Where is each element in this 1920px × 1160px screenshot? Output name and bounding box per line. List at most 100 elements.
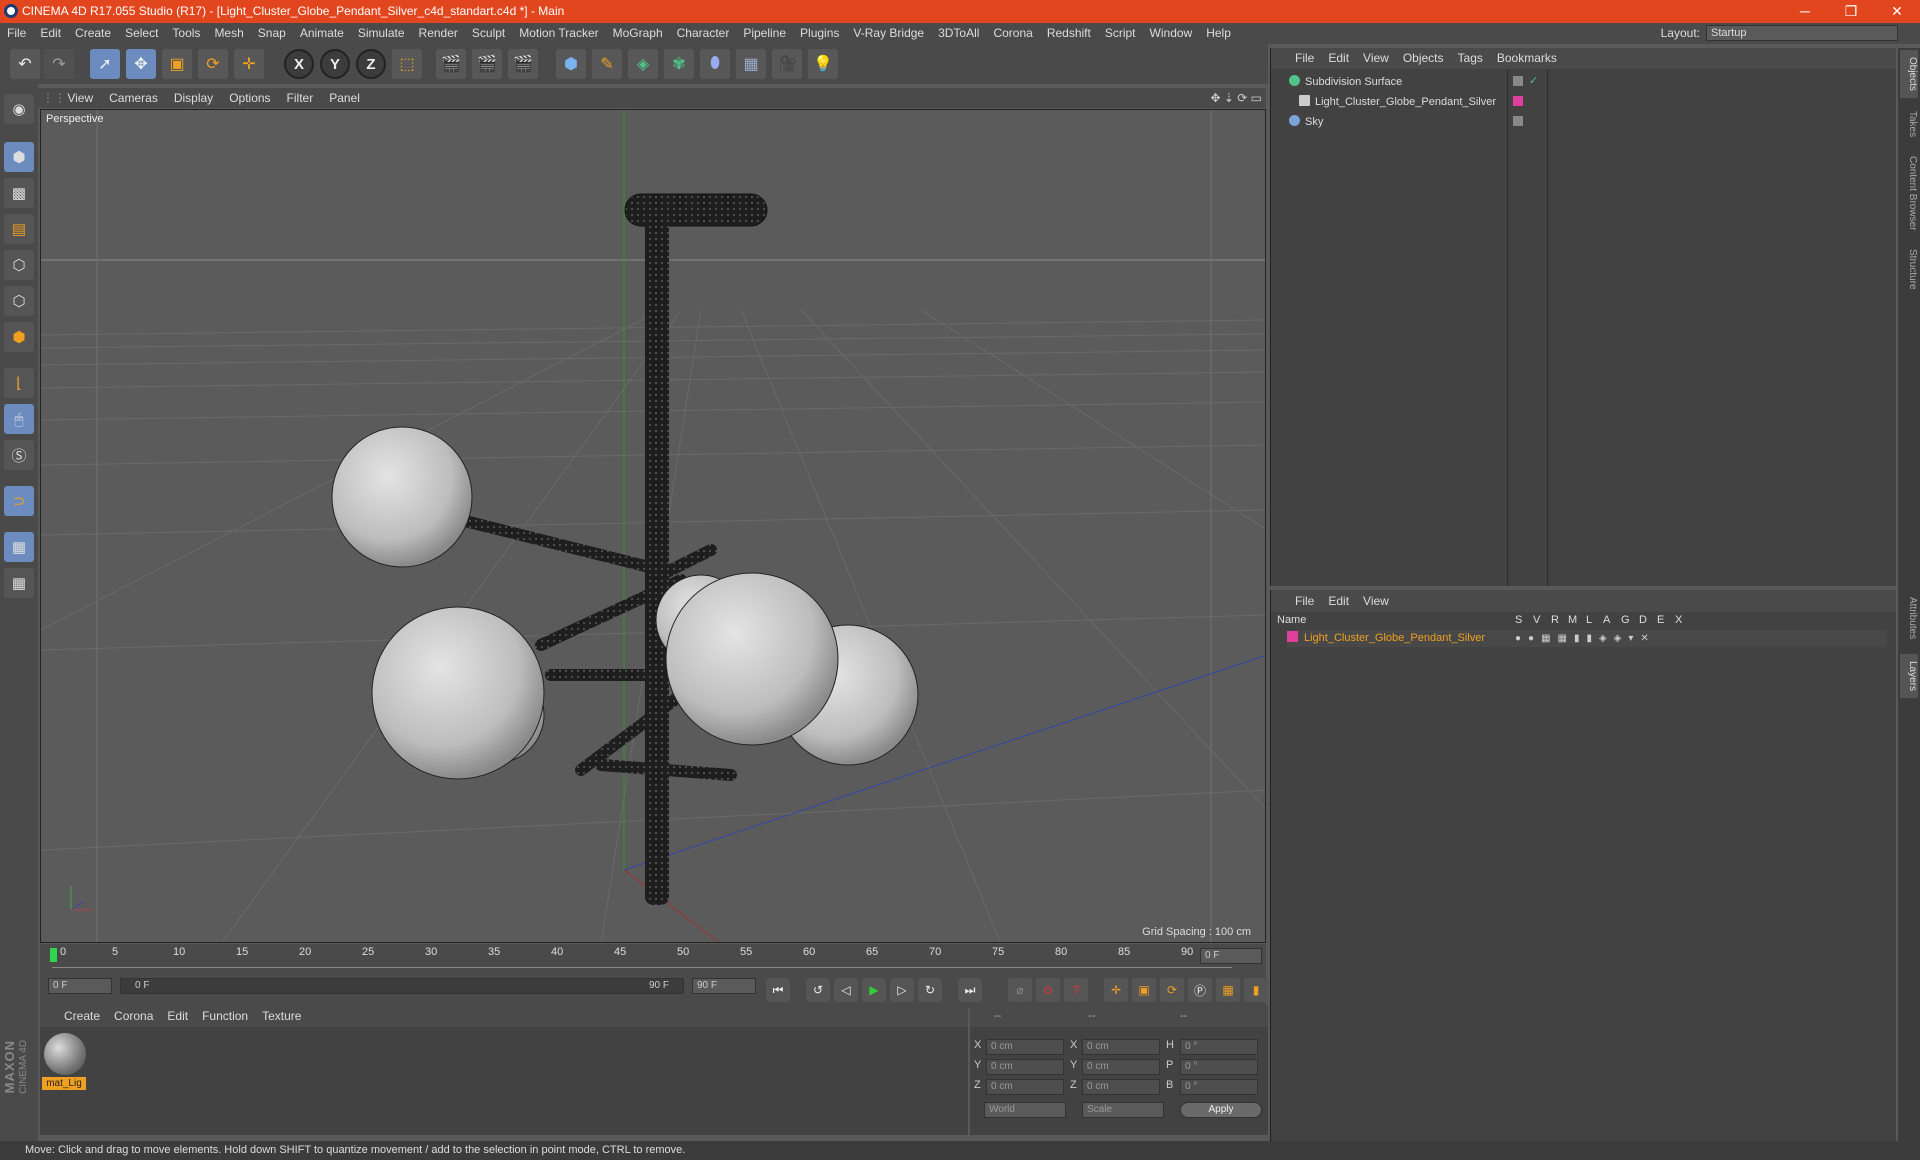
material-menu-edit[interactable]: Edit [167,1009,188,1023]
layer-menu-file[interactable]: File [1295,594,1314,608]
axis-mode-icon[interactable]: ⌊ [4,368,34,398]
menu-script[interactable]: Script [1098,23,1143,44]
tab-takes[interactable]: Takes [1900,104,1918,144]
polygons-mode-icon[interactable]: ⬢ [4,322,34,352]
autokey-icon[interactable]: ⊙ [1036,978,1060,1002]
previous-key-icon[interactable]: ↺ [806,978,830,1002]
layer-menu-edit[interactable]: Edit [1328,594,1349,608]
menu-simulate[interactable]: Simulate [351,23,412,44]
record-keys-icon[interactable]: ⌀ [1008,978,1032,1002]
tab-content-browser[interactable]: Content Browser [1900,148,1918,238]
tab-structure[interactable]: Structure [1900,242,1918,296]
layer-menu-view[interactable]: View [1363,594,1389,608]
viewport-menu-options[interactable]: Options [221,88,278,108]
coordinate-mode-select[interactable]: World [984,1102,1066,1118]
menu-corona[interactable]: Corona [986,23,1039,44]
lock-workplane-icon[interactable]: ▦ [4,532,34,562]
workplane-align-icon[interactable]: ▦ [4,568,34,598]
object-menu-objects[interactable]: Objects [1403,51,1444,65]
select-tool-icon[interactable]: ➚ [90,49,120,79]
object-row-subdivision-surface[interactable]: Subdivision Surface [1289,74,1402,91]
material-menu-function[interactable]: Function [202,1009,248,1023]
rotation-b-field[interactable]: 0 ° [1180,1079,1258,1095]
menu-create[interactable]: Create [68,23,118,44]
object-menu-tags[interactable]: Tags [1458,51,1483,65]
current-frame-field[interactable]: 0 F [1200,948,1262,964]
transform-tool-icon[interactable]: ✛ [234,49,264,79]
camera-object-icon[interactable]: 🎥 [772,49,802,79]
material-menu-texture[interactable]: Texture [262,1009,301,1023]
key-pla-icon[interactable]: ▦ [1216,978,1240,1002]
array-object-icon[interactable]: ✾ [664,49,694,79]
size-y-field[interactable]: 0 cm [1082,1059,1160,1075]
position-y-field[interactable]: 0 cm [986,1059,1064,1075]
go-to-start-icon[interactable]: ⏮ [766,978,790,1002]
menu-plugins[interactable]: Plugins [793,23,846,44]
scale-tool-icon[interactable]: ▣ [162,49,192,79]
make-editable-icon[interactable]: ◉ [4,94,34,124]
size-z-field[interactable]: 0 cm [1082,1079,1160,1095]
enabled-check-icon[interactable]: ✓ [1529,74,1538,87]
perspective-viewport[interactable]: Perspective Grid Spacing : 100 cm [40,109,1266,943]
viewport-menu-panel[interactable]: Panel [321,88,368,108]
keyframe-selection-icon[interactable]: ? [1064,978,1088,1002]
layer-color-tag[interactable] [1513,96,1523,106]
minimize-button[interactable]: ─ [1782,0,1828,23]
layout-select[interactable]: Startup [1706,25,1898,41]
layer-toggle-icons[interactable]: ●●▦▦▮▮◈◈▾✕ [1515,630,1656,647]
menu-edit[interactable]: Edit [33,23,68,44]
menu-file[interactable]: File [0,23,33,44]
y-axis-lock-icon[interactable]: Y [320,49,350,79]
material-menu-create[interactable]: Create [64,1009,100,1023]
menu-mesh[interactable]: Mesh [207,23,250,44]
key-position-icon[interactable]: ✛ [1104,978,1128,1002]
object-menu-view[interactable]: View [1363,51,1389,65]
key-scale-icon[interactable]: ▣ [1132,978,1156,1002]
coordinate-system-icon[interactable]: ⬚ [392,49,422,79]
redo-icon[interactable]: ↷ [44,49,74,79]
rotation-p-field[interactable]: 0 ° [1180,1059,1258,1075]
menu-snap[interactable]: Snap [251,23,293,44]
viewport-navigation-icons[interactable]: ✥ ⇣ ⟳ ▭ [1210,88,1262,108]
object-menu-bookmarks[interactable]: Bookmarks [1497,51,1557,65]
material-menu-corona[interactable]: Corona [114,1009,153,1023]
x-axis-lock-icon[interactable]: X [284,49,314,79]
frame-range-slider[interactable]: 0 F 90 F [120,978,684,994]
timeline-window-icon[interactable]: ▮ [1244,978,1268,1002]
floor-object-icon[interactable]: ▦ [736,49,766,79]
next-key-icon[interactable]: ↻ [918,978,942,1002]
object-row-light-cluster[interactable]: Light_Cluster_Globe_Pendant_Silver [1299,94,1496,111]
menu-help[interactable]: Help [1199,23,1238,44]
render-view-icon[interactable]: 🎬 [436,49,466,79]
texture-mode-icon[interactable]: ▩ [4,178,34,208]
move-tool-icon[interactable]: ✥ [126,49,156,79]
workplane-mode-icon[interactable]: ▤ [4,214,34,244]
menu-select[interactable]: Select [118,23,165,44]
object-row-sky[interactable]: Sky [1289,114,1323,131]
tab-attributes[interactable]: Attributes [1900,588,1918,648]
rotation-h-field[interactable]: 0 ° [1180,1039,1258,1055]
apply-button[interactable]: Apply [1180,1102,1262,1118]
menu-vray-bridge[interactable]: V-Ray Bridge [846,23,931,44]
spline-pen-icon[interactable]: ✎ [592,49,622,79]
object-menu-edit[interactable]: Edit [1328,51,1349,65]
object-menu-file[interactable]: File [1295,51,1314,65]
size-x-field[interactable]: 0 cm [1082,1039,1160,1055]
render-settings-icon[interactable]: 🎬 [508,49,538,79]
layer-tag-icon[interactable] [1513,116,1523,126]
menu-3dtoall[interactable]: 3DToAll [931,23,986,44]
menu-tools[interactable]: Tools [165,23,207,44]
solo-mode-icon[interactable]: Ⓢ [4,440,34,470]
play-icon[interactable]: ▶ [862,978,886,1002]
tweak-mode-icon[interactable]: 🖱 [4,404,34,434]
key-parameter-icon[interactable]: Ⓟ [1188,978,1212,1002]
undo-icon[interactable]: ↶ [10,49,40,79]
deformer-icon[interactable]: ⬮ [700,49,730,79]
cube-object-icon[interactable]: ⬢ [556,49,586,79]
points-mode-icon[interactable]: ⬡ [4,250,34,280]
position-z-field[interactable]: 0 cm [986,1079,1064,1095]
rotate-tool-icon[interactable]: ⟳ [198,49,228,79]
key-rotation-icon[interactable]: ⟳ [1160,978,1184,1002]
render-picture-viewer-icon[interactable]: 🎬 [472,49,502,79]
transform-mode-select[interactable]: Scale [1082,1102,1164,1118]
